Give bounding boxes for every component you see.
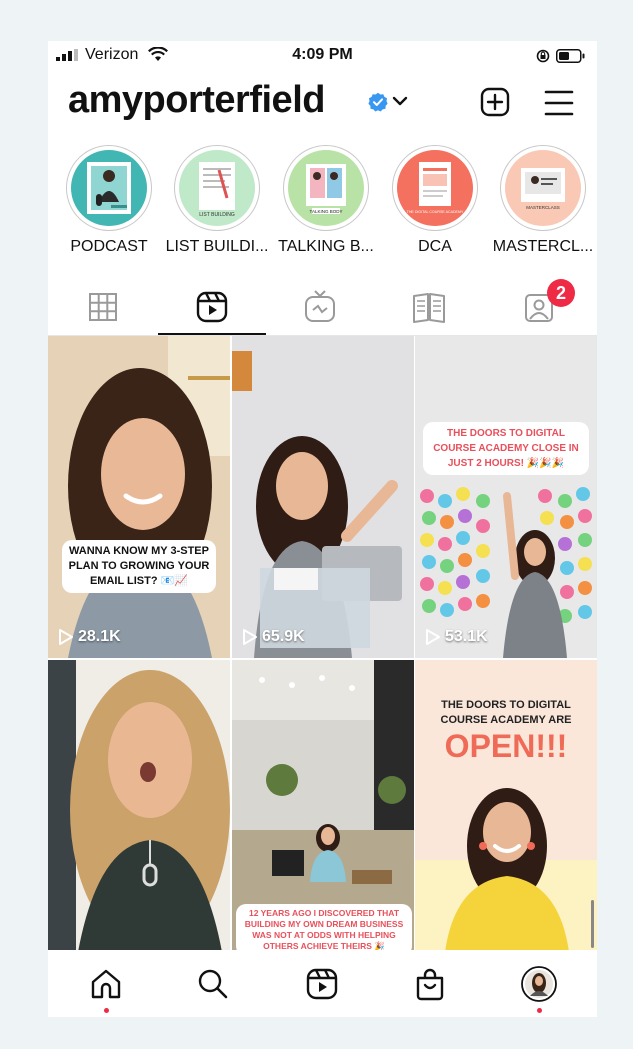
tab-posts-grid[interactable] — [81, 285, 125, 329]
talking-body-cover-image: TALKING BODY — [306, 164, 346, 214]
reel-thumbnail[interactable]: THE DOORS TO DIGITAL COURSE ACADEMY CLOS… — [415, 336, 597, 658]
search-icon — [198, 969, 228, 999]
view-count: 28.1K — [58, 628, 121, 646]
view-count: 53.1K — [425, 628, 488, 646]
highlight-label: PODCAST — [70, 238, 148, 255]
reel-3-image — [415, 336, 597, 658]
profile-username[interactable]: amyporterfield — [68, 79, 325, 122]
view-count-label: 53.1K — [445, 628, 488, 645]
reels-icon — [306, 968, 338, 1000]
reel-thumbnail[interactable]: THE DOORS TO DIGITAL COURSE ACADEMY ARE … — [415, 660, 597, 982]
highlight-label: TALKING B... — [278, 238, 374, 255]
highlight-cover-dca: THE DIGITAL COURSE ACADEMY — [397, 150, 473, 226]
view-count-label: 28.1K — [78, 628, 121, 645]
list-building-cover-image: LIST BUILDING — [199, 162, 235, 218]
cover-text: MASTERCLASS — [526, 205, 560, 210]
highlight-ring — [66, 145, 152, 231]
dca-cover-image: THE DIGITAL COURSE ACADEMY — [407, 162, 464, 214]
reel-2-image — [232, 336, 414, 658]
reel-4-image — [48, 660, 230, 952]
nav-search-button[interactable] — [195, 966, 231, 1002]
highlight-list-building[interactable]: LIST BUILDING LIST BUILDI... — [163, 145, 271, 256]
grid-icon — [89, 293, 117, 321]
highlight-label: DCA — [418, 238, 452, 255]
nav-home-button[interactable] — [88, 966, 124, 1002]
highlight-label: MASTERCL... — [492, 238, 594, 255]
nav-profile-button[interactable] — [521, 966, 557, 1002]
play-icon — [243, 629, 257, 645]
bottom-navigation — [48, 950, 597, 1017]
highlight-ring: MASTERCLASS — [500, 145, 586, 231]
highlight-cover-talking-body: TALKING BODY — [288, 150, 364, 226]
highlight-ring: TALKING BODY — [283, 145, 369, 231]
chevron-down-icon[interactable] — [392, 96, 408, 106]
play-icon — [426, 629, 440, 645]
tab-reels[interactable] — [190, 285, 234, 329]
reel-caption: THE DOORS TO DIGITAL COURSE ACADEMY ARE — [440, 699, 572, 726]
status-bar: Verizon 4:09 PM — [48, 41, 597, 71]
guides-icon — [413, 293, 445, 323]
nav-shop-button[interactable] — [412, 966, 448, 1002]
highlight-ring: LIST BUILDING — [174, 145, 260, 231]
view-count: 65.9K — [242, 628, 305, 646]
nav-reels-button[interactable] — [304, 966, 340, 1002]
reel-1-image — [48, 336, 230, 658]
profile-avatar — [521, 966, 557, 1002]
highlight-talking-body[interactable]: TALKING BODY TALKING B... — [272, 145, 380, 256]
shop-icon — [416, 968, 444, 1001]
reels-grid: WANNA KNOW MY 3-STEP PLAN TO GROWING YOU… — [48, 336, 597, 982]
menu-button[interactable] — [544, 89, 574, 117]
status-time: 4:09 PM — [292, 46, 353, 63]
reel-thumbnail[interactable]: WANNA KNOW MY 3-STEP PLAN TO GROWING YOU… — [48, 336, 230, 658]
tagged-notification-badge: 2 — [547, 279, 575, 307]
play-icon — [59, 629, 73, 645]
reels-icon — [196, 291, 228, 323]
highlight-ring: THE DIGITAL COURSE ACADEMY — [392, 145, 478, 231]
reel-thumbnail[interactable]: 65.9K — [232, 336, 414, 658]
reel-caption: 12 YEARS AGO I DISCOVERED THAT BUILDING … — [236, 904, 412, 956]
masterclass-cover-image: MASTERCLASS — [521, 168, 565, 210]
tab-guides[interactable] — [407, 285, 451, 329]
highlight-label: LIST BUILDI... — [165, 238, 269, 255]
highlight-dca[interactable]: THE DIGITAL COURSE ACADEMY DCA — [381, 145, 489, 256]
highlight-podcast[interactable]: PODCAST — [55, 145, 163, 256]
reel-caption: WANNA KNOW MY 3-STEP PLAN TO GROWING YOU… — [62, 540, 216, 593]
igtv-icon — [305, 290, 335, 322]
active-tab-indicator — [158, 333, 266, 335]
reel-thumbnail[interactable]: 12 YEARS AGO I DISCOVERED THAT BUILDING … — [232, 660, 414, 982]
podcast-cover-image — [87, 162, 131, 214]
highlight-cover-podcast — [71, 150, 147, 226]
profile-activity-dot — [537, 1008, 542, 1013]
home-icon — [91, 969, 121, 999]
rotation-lock-icon — [536, 49, 550, 63]
battery-icon — [556, 49, 585, 63]
view-count-label: 65.9K — [262, 628, 305, 645]
highlight-cover-list-building: LIST BUILDING — [179, 150, 255, 226]
verified-badge-icon — [368, 92, 388, 112]
phone-screen: Verizon 4:09 PM amyporterfield PODCAST L… — [48, 41, 597, 1017]
highlight-masterclass[interactable]: MASTERCLASS MASTERCL... — [489, 145, 597, 256]
create-post-button[interactable] — [480, 87, 510, 117]
reel-caption: THE DOORS TO DIGITAL COURSE ACADEMY CLOS… — [423, 422, 589, 475]
highlight-cover-masterclass: MASTERCLASS — [505, 150, 581, 226]
home-activity-dot — [104, 1008, 109, 1013]
reel-headline: OPEN!!! — [444, 728, 568, 764]
cover-text: THE DIGITAL COURSE ACADEMY — [407, 210, 464, 214]
cover-text: LIST BUILDING — [199, 212, 235, 218]
reel-thumbnail[interactable] — [48, 660, 230, 982]
tab-igtv[interactable] — [298, 285, 342, 329]
cover-text: TALKING BODY — [310, 209, 343, 214]
